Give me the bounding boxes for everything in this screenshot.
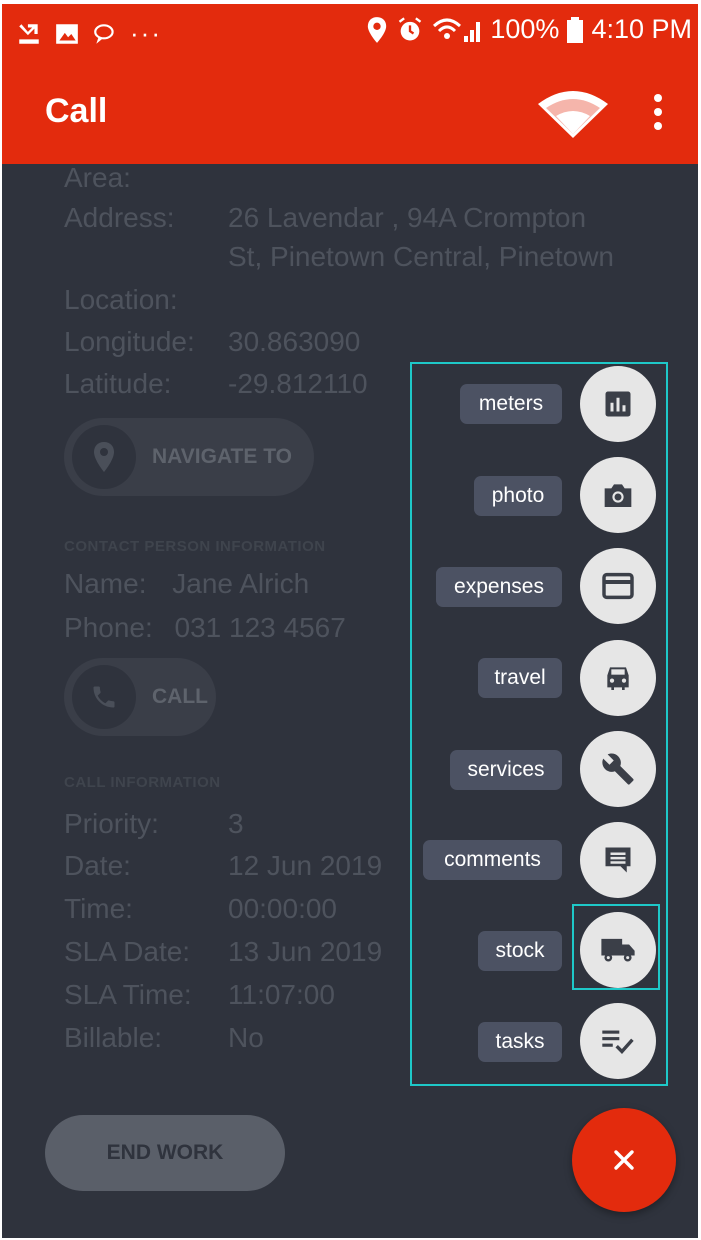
longitude-row: Longitude: 30.863090 <box>64 326 360 358</box>
billable-label: Billable: <box>64 1022 163 1053</box>
connection-wifi-icon[interactable] <box>536 86 610 138</box>
chat-bubble-icon <box>94 23 114 44</box>
date-row: Date: 12 Jun 2019 <box>64 850 382 882</box>
checklist-icon <box>602 1030 634 1054</box>
photo-fab[interactable] <box>580 457 656 533</box>
phone-label: Phone: <box>64 612 153 643</box>
close-icon <box>614 1150 634 1170</box>
truck-icon <box>601 938 635 962</box>
gallery-icon <box>56 23 78 44</box>
meters-chip[interactable]: meters <box>460 384 562 424</box>
longitude-label: Longitude: <box>64 326 195 357</box>
wifi-signal-icon <box>433 18 481 42</box>
stock-fab[interactable] <box>580 912 656 988</box>
comments-fab[interactable] <box>580 822 656 898</box>
sla-date-label: SLA Date: <box>64 936 191 967</box>
call-info-section-header: CALL INFORMATION <box>64 774 221 791</box>
credit-card-icon <box>602 572 634 600</box>
close-speed-dial-button[interactable] <box>572 1108 676 1212</box>
notification-icons: ··· <box>16 18 162 49</box>
latitude-label: Latitude: <box>64 368 172 399</box>
priority-label: Priority: <box>64 808 159 839</box>
time-row: Time: 00:00:00 <box>64 893 337 925</box>
location-row: Location: <box>64 284 178 316</box>
travel-chip[interactable]: travel <box>478 658 562 698</box>
phone-value: 031 123 4567 <box>174 612 346 643</box>
contact-section-header: CONTACT PERSON INFORMATION <box>64 538 326 555</box>
sla-time-label: SLA Time: <box>64 979 192 1010</box>
system-icons: 100% 4:10 PM <box>366 14 692 45</box>
clock: 4:10 PM <box>591 14 692 44</box>
tasks-chip[interactable]: tasks <box>478 1022 562 1062</box>
photo-chip[interactable]: photo <box>474 476 562 516</box>
billable-value: No <box>228 1022 264 1053</box>
date-label: Date: <box>64 850 131 881</box>
time-value: 00:00:00 <box>228 893 337 924</box>
address-line-1: 26 Lavendar , 94A Crompton <box>228 202 587 233</box>
name-label: Name: <box>64 568 147 599</box>
location-pin-icon <box>94 442 114 472</box>
alarm-icon <box>399 16 422 40</box>
sla-date-value: 13 Jun 2019 <box>228 936 383 967</box>
services-chip[interactable]: services <box>450 750 562 790</box>
phone-row: Phone: 031 123 4567 <box>64 612 346 644</box>
battery-percent: 100% <box>490 14 560 44</box>
navigate-icon-circle <box>72 425 136 489</box>
expenses-chip[interactable]: expenses <box>436 567 562 607</box>
priority-value: 3 <box>228 808 244 839</box>
address-row: Address: 26 Lavendar , 94A Crompton <box>64 202 586 234</box>
expenses-fab[interactable] <box>580 548 656 624</box>
end-work-button[interactable]: END WORK <box>45 1115 285 1191</box>
call-button[interactable]: CALL <box>64 658 216 736</box>
status-bar: ··· 100% 4:10 PM <box>2 4 698 62</box>
time-label: Time: <box>64 893 133 924</box>
services-fab[interactable] <box>580 731 656 807</box>
tasks-fab[interactable] <box>580 1003 656 1079</box>
call-icon-circle <box>72 665 136 729</box>
sla-date-row: SLA Date: 13 Jun 2019 <box>64 936 382 968</box>
name-value: Jane Alrich <box>172 568 310 599</box>
sla-time-value: 11:07:00 <box>228 979 335 1010</box>
area-label: Area: <box>64 162 131 193</box>
location-label: Location: <box>64 284 178 315</box>
call-label: CALL <box>152 685 208 708</box>
overflow-indicator: ··· <box>130 18 162 48</box>
phone-screen: ··· 100% 4:10 PM Call Area: Address: 26 … <box>2 4 698 1238</box>
meters-fab[interactable] <box>580 366 656 442</box>
missed-call-icon <box>19 23 39 44</box>
location-pin-icon <box>368 16 387 43</box>
camera-icon <box>604 484 632 507</box>
bar-chart-icon <box>605 391 631 417</box>
battery-icon <box>567 16 584 43</box>
stock-chip[interactable]: stock <box>478 931 562 971</box>
more-options-icon[interactable] <box>646 92 670 132</box>
latitude-value: -29.812110 <box>228 368 368 399</box>
phone-icon <box>93 686 115 708</box>
sla-time-row: SLA Time: 11:07:00 <box>64 979 335 1011</box>
travel-fab[interactable] <box>580 640 656 716</box>
screenshot-frame: ··· 100% 4:10 PM Call Area: Address: 26 … <box>0 0 701 1240</box>
area-row: Area: <box>64 162 131 194</box>
page-title: Call <box>45 92 108 130</box>
longitude-value: 30.863090 <box>228 326 361 357</box>
date-value: 12 Jun 2019 <box>228 850 383 881</box>
navigate-label: NAVIGATE TO <box>152 445 293 468</box>
comment-icon <box>605 847 631 873</box>
billable-row: Billable: No <box>64 1022 264 1054</box>
name-row: Name: Jane Alrich <box>64 568 309 600</box>
latitude-row: Latitude: -29.812110 <box>64 368 368 400</box>
address-label: Address: <box>64 202 175 233</box>
car-icon <box>607 667 629 690</box>
navigate-button[interactable]: NAVIGATE TO <box>64 418 314 496</box>
app-bar: Call <box>2 62 698 164</box>
address-line-2: St, Pinetown Central, Pinetown <box>228 241 614 272</box>
wrench-icon <box>602 753 634 785</box>
comments-chip[interactable]: comments <box>423 840 562 880</box>
priority-row: Priority: 3 <box>64 808 244 840</box>
